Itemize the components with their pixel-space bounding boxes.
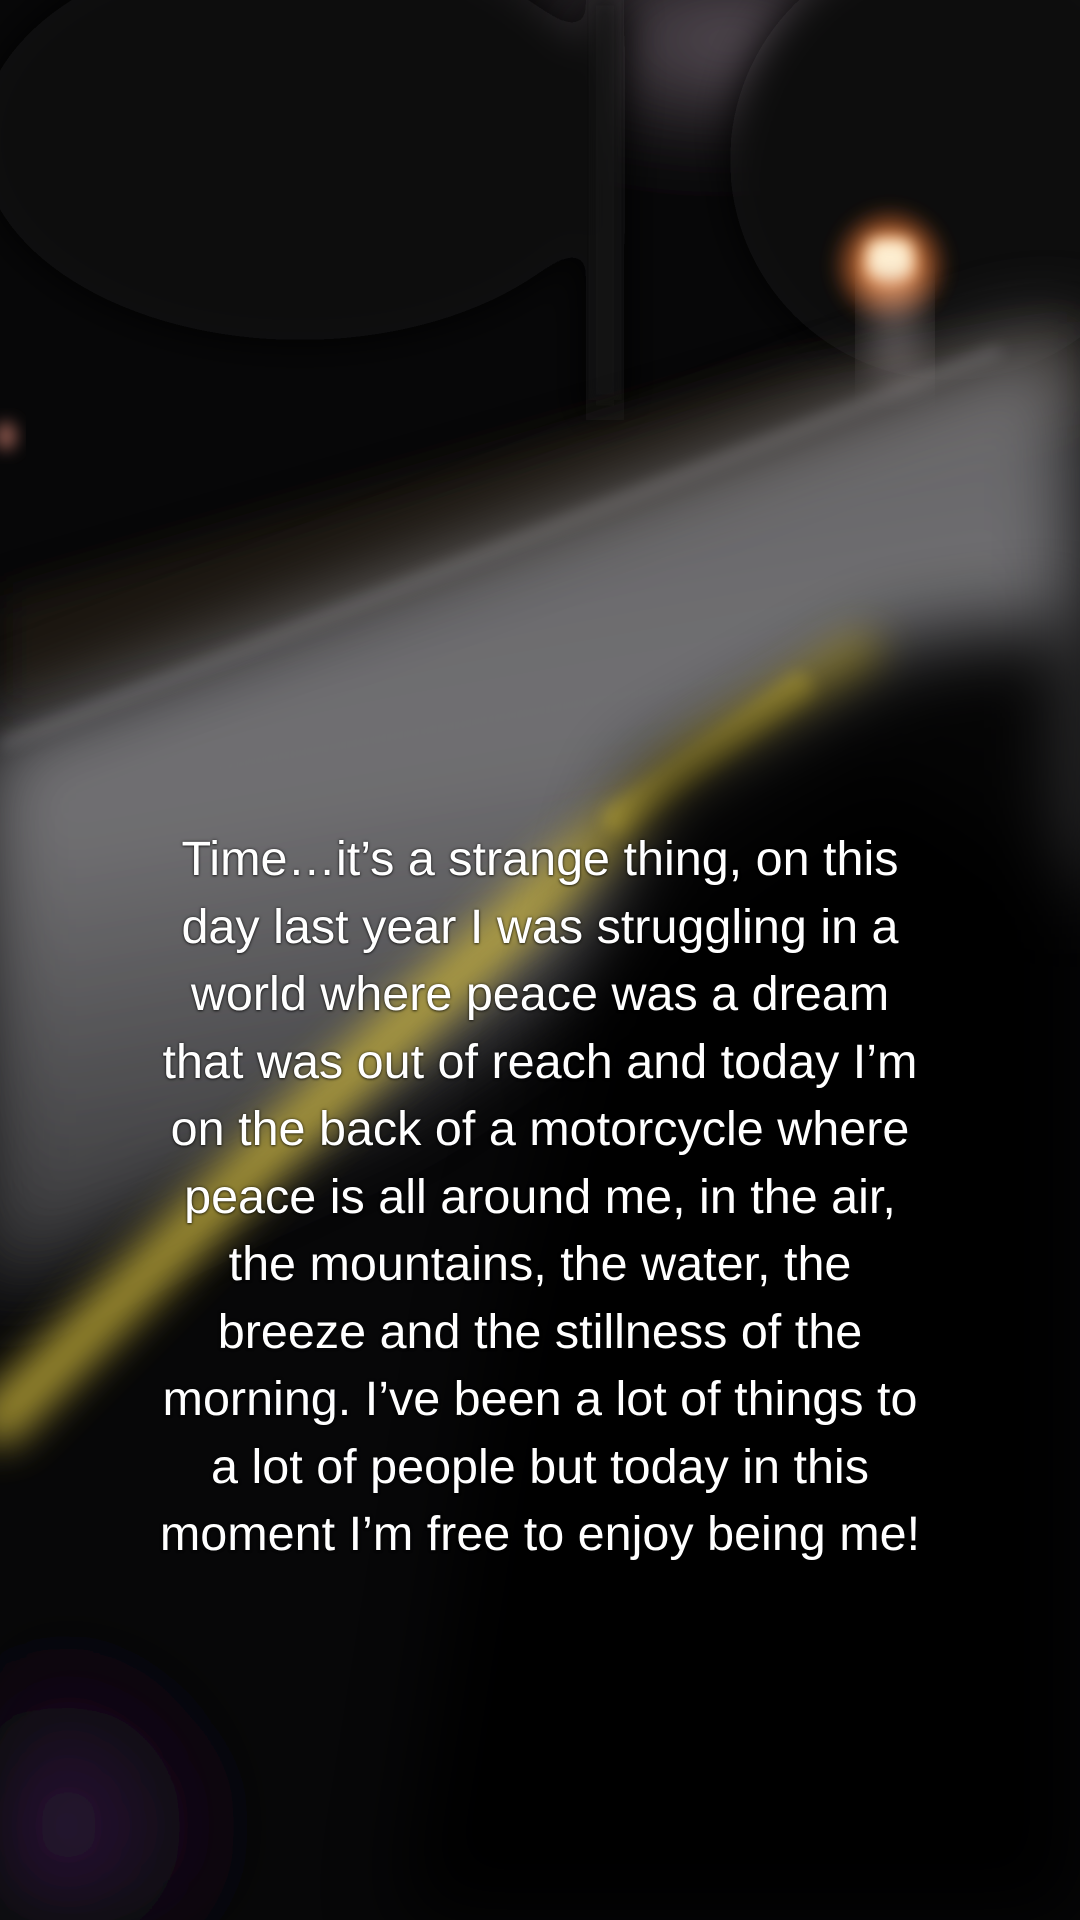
photo-scene: Time…it’s a strange thing, on this day l…	[0, 0, 1080, 1920]
caption-line: morning. I’ve been a lot of things to	[162, 1372, 918, 1426]
caption-line: moment I’m free to enjoy being me!	[159, 1507, 921, 1561]
caption-line: on the back of a motorcycle where	[170, 1102, 910, 1156]
caption-line: Time…it’s a strange thing, on this	[181, 832, 899, 886]
caption-line: that was out of reach and today I’m	[162, 1034, 918, 1089]
caption-line: peace is all around me, in the air,	[184, 1169, 896, 1224]
story-caption: Time…it’s a strange thing, on this day l…	[60, 826, 1020, 1569]
caption-line: the mountains, the water, the	[228, 1237, 852, 1291]
caption-line: breeze and the stillness of the	[217, 1304, 863, 1359]
caption-line: day last year I was struggling in a	[181, 899, 899, 954]
caption-line: a lot of people but today in this	[211, 1439, 869, 1494]
caption-line: world where peace was a dream	[190, 967, 890, 1021]
